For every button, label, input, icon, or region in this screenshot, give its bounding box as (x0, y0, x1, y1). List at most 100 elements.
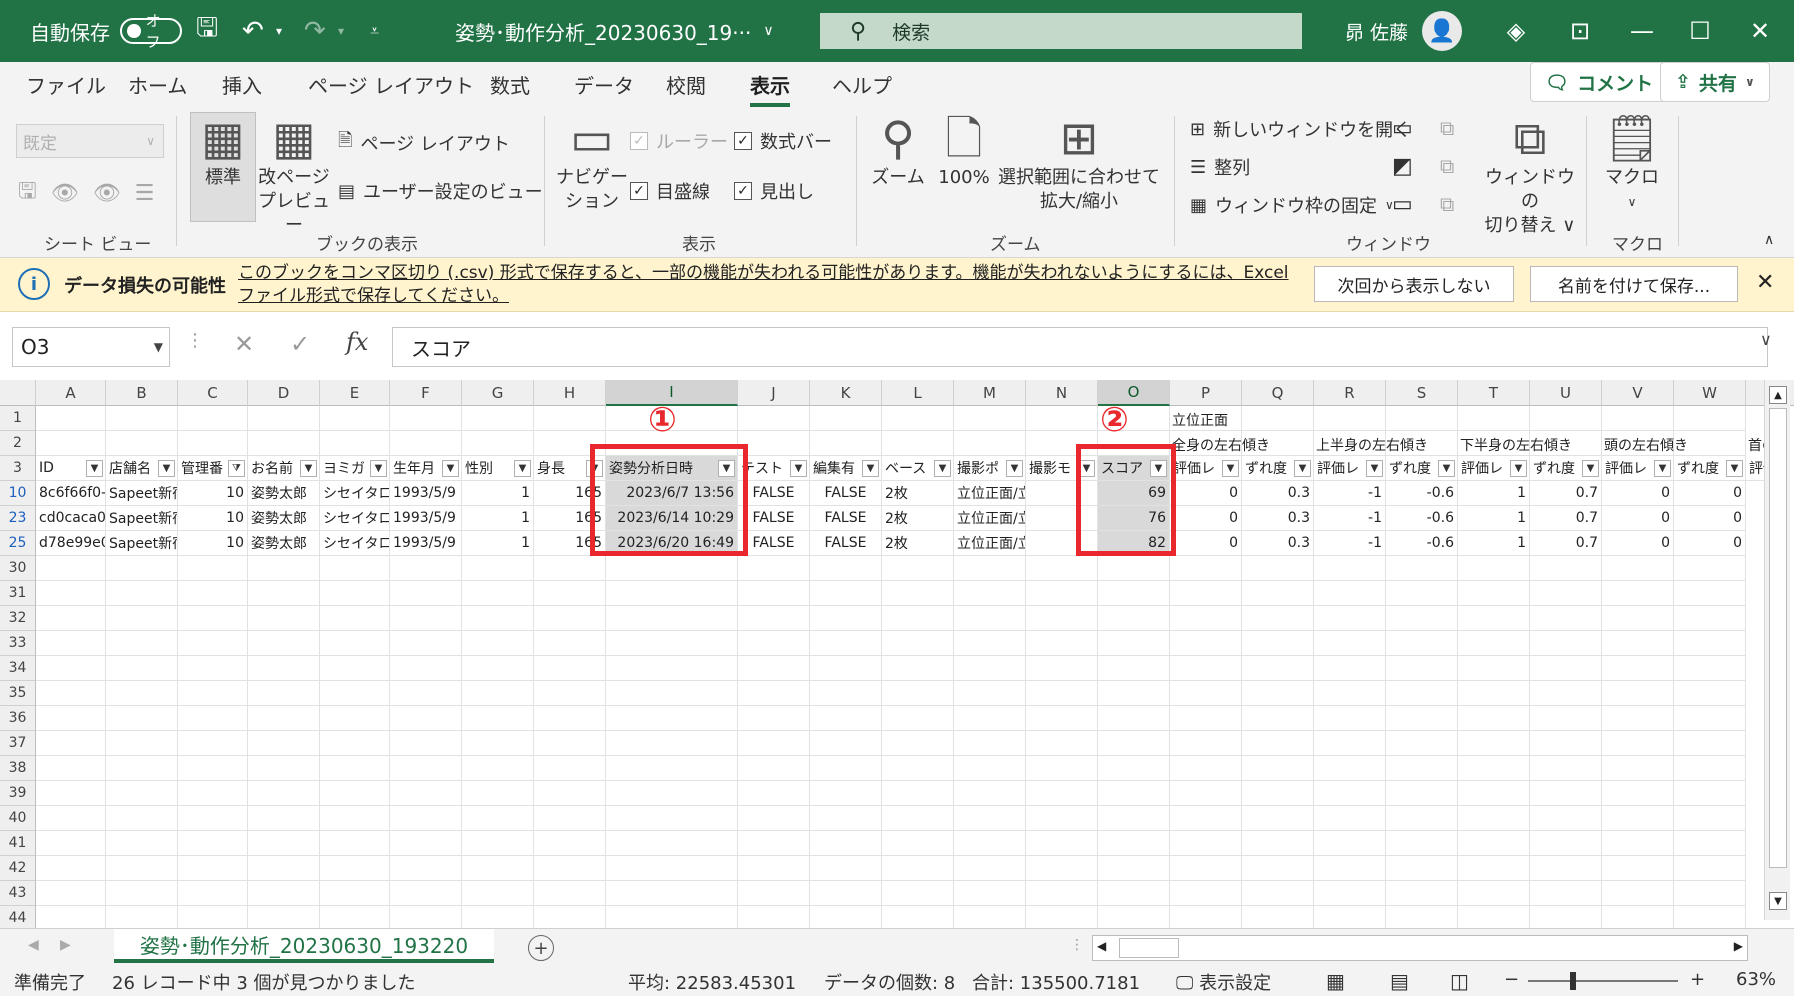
cell[interactable] (606, 581, 738, 606)
list-icon[interactable]: ☰ (135, 181, 155, 206)
column-header[interactable]: D (248, 380, 320, 406)
cell[interactable] (390, 806, 462, 831)
cell[interactable] (1314, 781, 1386, 806)
cell[interactable] (1026, 556, 1098, 581)
cell[interactable] (1314, 731, 1386, 756)
cell[interactable] (1026, 706, 1098, 731)
scroll-thumb[interactable] (1119, 938, 1179, 958)
cell[interactable] (1098, 756, 1170, 781)
row-header[interactable]: 25 (0, 531, 36, 556)
scroll-thumb[interactable] (1769, 408, 1787, 868)
tab-file[interactable]: ファイル (26, 70, 106, 99)
cell[interactable] (1530, 606, 1602, 631)
cell[interactable] (1458, 881, 1530, 906)
cell[interactable] (1674, 681, 1746, 706)
table-cell[interactable]: 姿勢太郎 (248, 506, 320, 531)
cell[interactable] (1170, 731, 1242, 756)
cell[interactable] (1674, 806, 1746, 831)
table-cell[interactable]: 姿勢太郎 (248, 481, 320, 506)
cell[interactable] (738, 656, 810, 681)
cell[interactable] (106, 556, 178, 581)
undo-dropdown-icon[interactable]: ▾ (276, 0, 282, 62)
cell[interactable] (1170, 706, 1242, 731)
table-cell[interactable]: 0 (1170, 531, 1242, 556)
cell[interactable] (606, 681, 738, 706)
cell[interactable] (1602, 881, 1674, 906)
cell[interactable] (954, 681, 1026, 706)
cell[interactable] (1242, 406, 1314, 431)
cell[interactable] (1242, 856, 1314, 881)
column-header[interactable]: P (1170, 380, 1242, 406)
zoom-selection-button[interactable]: ⊞ 選択範囲に合わせて 拡大/縮小 (998, 110, 1160, 214)
cell[interactable] (810, 756, 882, 781)
table-cell[interactable]: 1993/5/9 (390, 481, 462, 506)
filter-dropdown-icon[interactable]: ▼ (1006, 460, 1023, 477)
cell[interactable] (606, 756, 738, 781)
table-cell[interactable]: Sapeet新宿 (106, 506, 178, 531)
cell[interactable] (1530, 706, 1602, 731)
cell[interactable] (36, 781, 106, 806)
filter-dropdown-icon[interactable]: ▼ (1366, 460, 1383, 477)
cell[interactable] (1026, 831, 1098, 856)
filter-dropdown-icon[interactable]: ▼ (300, 460, 317, 477)
cell[interactable] (248, 806, 320, 831)
cell[interactable] (1530, 631, 1602, 656)
cell[interactable] (1242, 781, 1314, 806)
cell[interactable] (882, 806, 954, 831)
cell[interactable] (106, 431, 178, 456)
column-header[interactable]: R (1314, 380, 1386, 406)
table-cell[interactable]: -0.6 (1386, 481, 1458, 506)
table-cell[interactable]: 0.3 (1242, 506, 1314, 531)
table-cell[interactable]: 0 (1170, 481, 1242, 506)
cell[interactable] (320, 781, 390, 806)
cell[interactable] (1602, 631, 1674, 656)
cell[interactable] (1026, 756, 1098, 781)
cell[interactable] (1098, 881, 1170, 906)
table-cell[interactable]: 0.7 (1530, 481, 1602, 506)
cell[interactable] (810, 731, 882, 756)
cell[interactable] (36, 881, 106, 906)
zoom-slider[interactable] (1528, 972, 1678, 990)
cell[interactable] (606, 781, 738, 806)
table-cell[interactable]: 0.7 (1530, 506, 1602, 531)
cell[interactable] (1458, 656, 1530, 681)
cell[interactable] (106, 881, 178, 906)
cell[interactable] (882, 606, 954, 631)
cell[interactable] (1386, 831, 1458, 856)
cell[interactable] (462, 631, 534, 656)
cell[interactable] (320, 881, 390, 906)
cell[interactable] (106, 406, 178, 431)
cell[interactable] (1674, 856, 1746, 881)
cell[interactable] (738, 856, 810, 881)
cell[interactable] (1530, 856, 1602, 881)
table-cell[interactable]: 姿勢太郎 (248, 531, 320, 556)
cell[interactable] (1242, 756, 1314, 781)
cell[interactable] (1098, 831, 1170, 856)
dont-show-again-button[interactable]: 次回から表示しない (1314, 266, 1514, 302)
cell[interactable] (606, 731, 738, 756)
autosave-control[interactable]: 自動保存 オフ (30, 0, 182, 62)
cell[interactable] (178, 556, 248, 581)
cell[interactable] (1098, 606, 1170, 631)
share-button[interactable]: ⇪ 共有 ∨ (1660, 62, 1770, 102)
cell[interactable] (954, 431, 1026, 456)
cell[interactable] (390, 656, 462, 681)
column-header[interactable]: W (1674, 380, 1746, 406)
cell[interactable] (1314, 706, 1386, 731)
filter-active-icon[interactable]: ⧩ (228, 460, 245, 477)
filter-dropdown-icon[interactable]: ▼ (1438, 460, 1455, 477)
cell[interactable] (1602, 556, 1674, 581)
cell[interactable] (738, 581, 810, 606)
table-cell[interactable]: 1 (462, 506, 534, 531)
cell[interactable] (248, 781, 320, 806)
cell[interactable] (36, 581, 106, 606)
cell[interactable] (738, 706, 810, 731)
document-title[interactable]: 姿勢･動作分析_20230630_19··· ∨ (455, 0, 774, 62)
switch-window-button[interactable]: ⧉ ウィンドウの 切り替え ∨ (1478, 110, 1582, 238)
cell[interactable] (810, 556, 882, 581)
cell[interactable] (1026, 581, 1098, 606)
row-header[interactable]: 40 (0, 806, 36, 831)
table-cell[interactable]: 0 (1674, 506, 1746, 531)
cell[interactable] (36, 606, 106, 631)
prev-sheet-icon[interactable]: ◀ (28, 937, 39, 953)
